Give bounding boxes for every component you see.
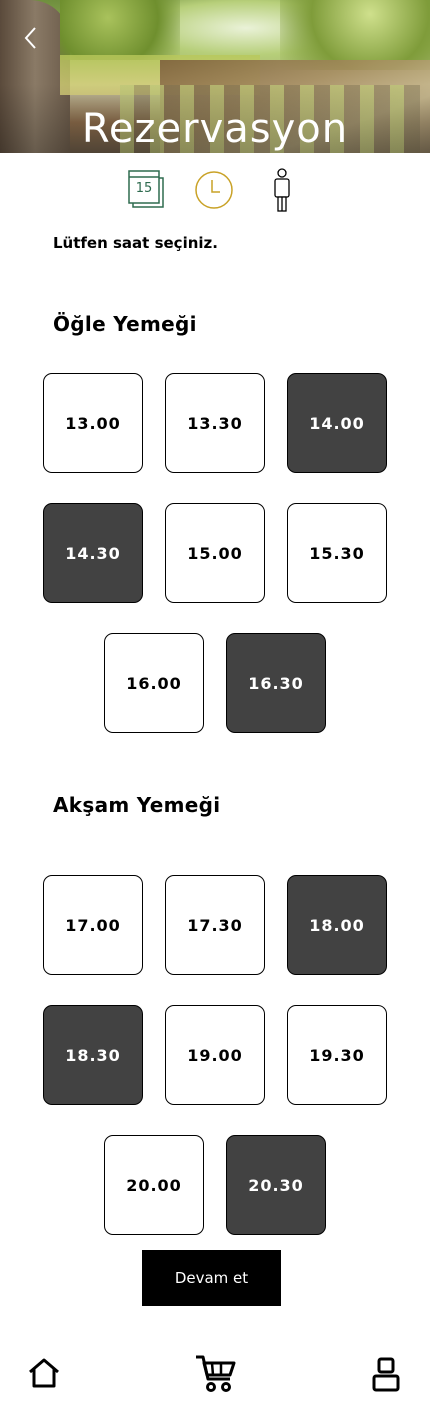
time-slot[interactable]: 13.30 [165,373,265,473]
dinner-section-title: Akşam Yemeği [53,793,221,817]
cart-icon[interactable] [194,1353,238,1395]
time-slot[interactable]: 14.30 [43,503,143,603]
time-slot[interactable]: 17.00 [43,875,143,975]
back-chevron-icon[interactable] [20,24,42,52]
instruction-text: Lütfen saat seçiniz. [53,234,218,252]
time-slot[interactable]: 16.00 [104,633,204,733]
person-step-icon[interactable] [270,168,294,212]
time-slot[interactable]: 18.30 [43,1005,143,1105]
calendar-day: 15 [136,181,153,196]
profile-icon[interactable] [371,1357,401,1393]
time-slot[interactable]: 20.30 [226,1135,326,1235]
time-slot[interactable]: 19.00 [165,1005,265,1105]
time-slot[interactable]: 20.00 [104,1135,204,1235]
time-slot[interactable]: 17.30 [165,875,265,975]
reservation-steps: 15 [0,168,430,213]
time-slot[interactable]: 18.00 [287,875,387,975]
page-title: Rezervasyon [81,106,349,152]
clock-step-icon[interactable] [194,168,234,210]
home-icon[interactable] [26,1356,62,1390]
calendar-step-icon[interactable]: 15 [127,168,167,210]
time-slot[interactable]: 14.00 [287,373,387,473]
time-slot[interactable]: 15.00 [165,503,265,603]
time-slot[interactable]: 19.30 [287,1005,387,1105]
continue-button[interactable]: Devam et [142,1250,281,1306]
lunch-section-title: Öğle Yemeği [53,312,197,336]
time-slot[interactable]: 13.00 [43,373,143,473]
time-slot[interactable]: 16.30 [226,633,326,733]
time-slot[interactable]: 15.30 [287,503,387,603]
